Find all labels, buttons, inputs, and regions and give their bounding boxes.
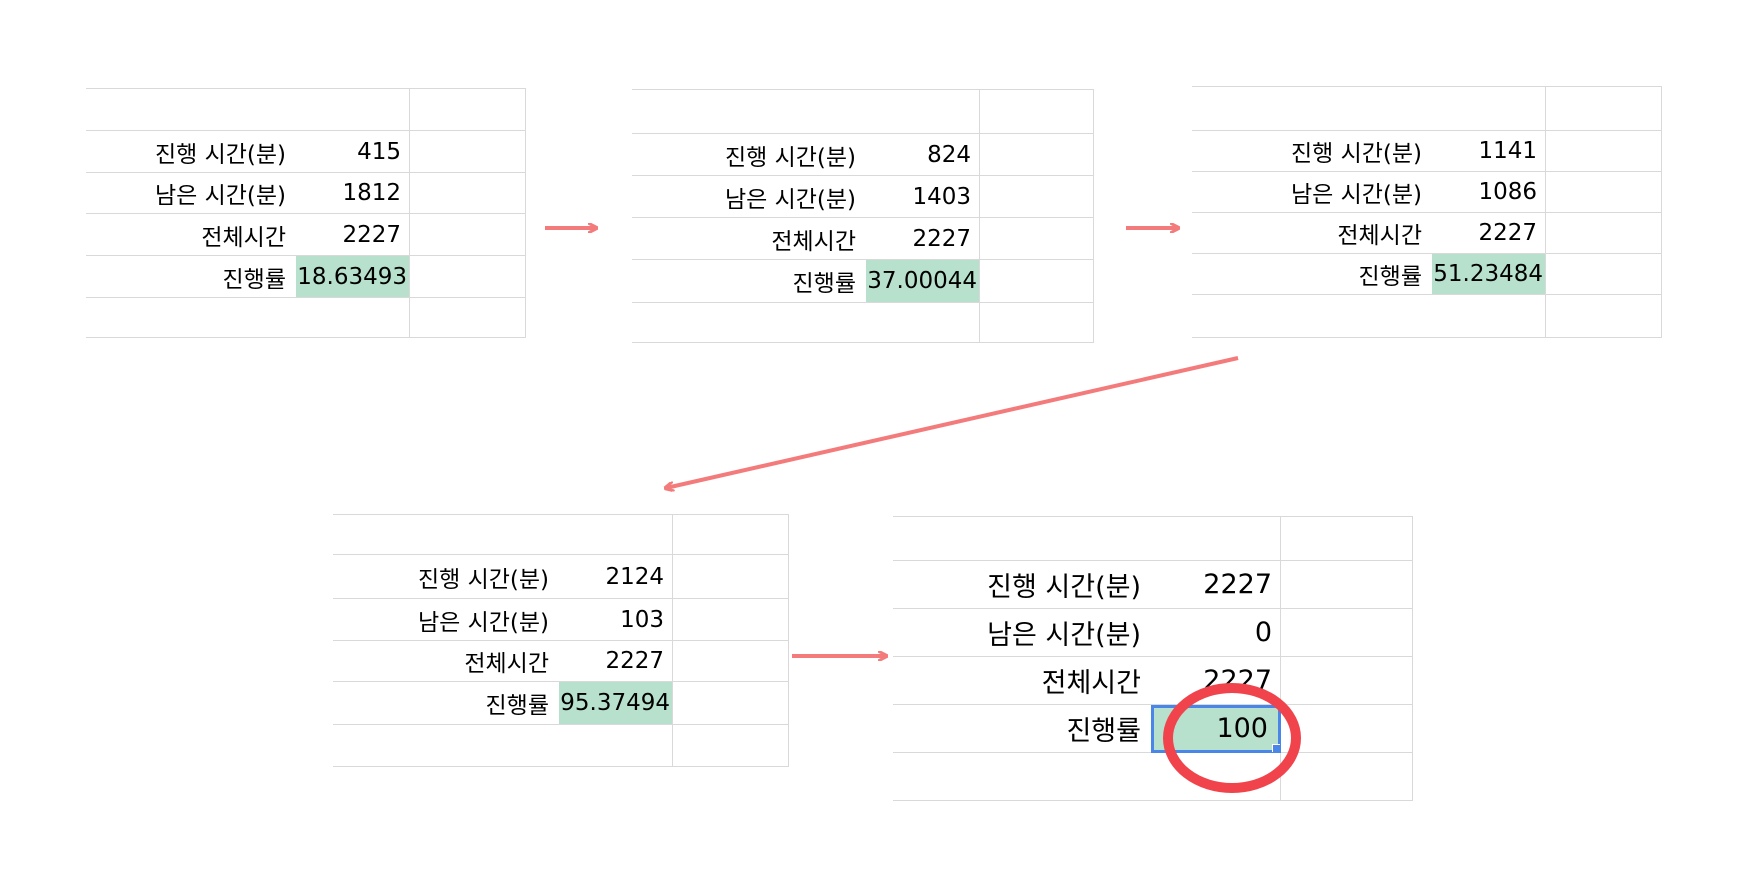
annotation-overlay	[545, 0, 1301, 793]
circle-annotation	[1163, 683, 1301, 793]
diagonal-arrow-icon	[666, 356, 1239, 488]
